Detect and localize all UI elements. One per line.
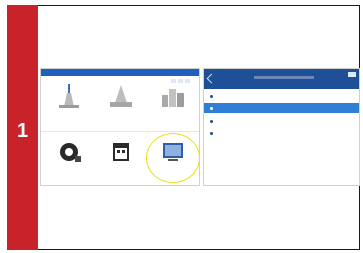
app-tile-5[interactable] [97,135,145,181]
calendar-icon [113,143,129,161]
app-tile-3[interactable] [149,79,197,125]
building-icon [110,85,132,107]
header-action-icon[interactable] [348,72,356,77]
monument-icon [59,84,79,108]
status-icons [169,70,195,83]
step-number: 1 [16,120,29,142]
list-screenshot [203,68,360,186]
status-bar [41,69,199,83]
list-item-selected[interactable] [204,103,359,113]
bullet-icon [210,120,213,123]
highlight-circle [146,133,200,183]
bullet-icon [210,95,213,98]
list-title [254,76,314,79]
bullet-icon [210,132,213,135]
city-icon [162,89,184,107]
app-tile-4[interactable] [45,135,93,181]
settings-icon [60,143,81,162]
grid-divider [41,131,199,132]
step-bar: 1 [7,5,38,250]
list-item[interactable] [204,91,359,101]
app-tile-2[interactable] [97,79,145,125]
bullet-icon [210,107,213,110]
back-icon[interactable] [206,73,217,84]
list-item[interactable] [204,116,359,126]
app-tile-1[interactable] [45,79,93,125]
list-item[interactable] [204,128,359,138]
list-header [204,69,359,89]
